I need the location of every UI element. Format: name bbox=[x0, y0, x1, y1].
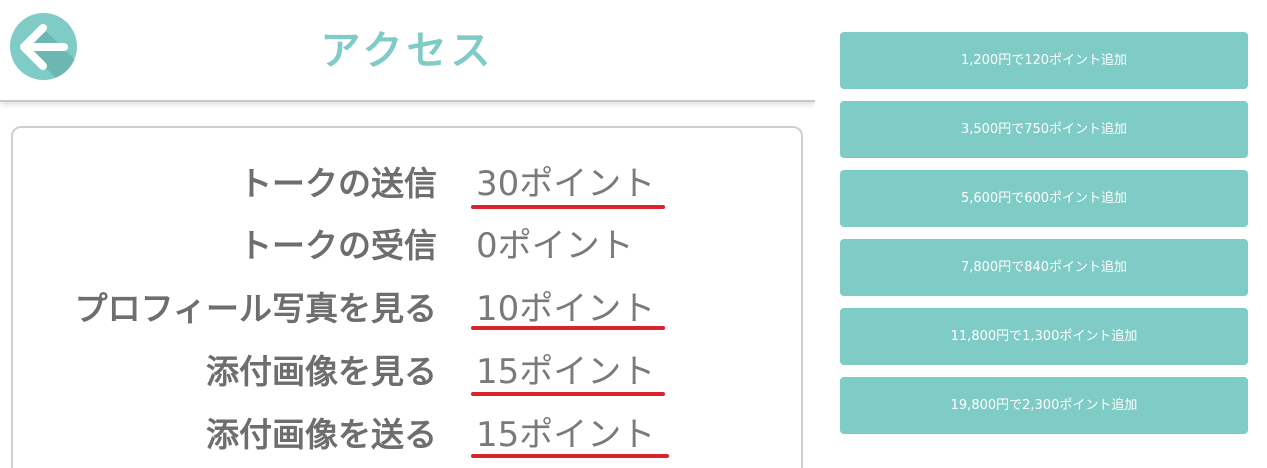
plan-button-750-points[interactable]: 3,500円で750ポイント追加 bbox=[840, 101, 1248, 158]
plan-button-120-points[interactable]: 1,200円で120ポイント追加 bbox=[840, 32, 1248, 89]
plan-button-840-points[interactable]: 7,800円で840ポイント追加 bbox=[840, 239, 1248, 296]
cost-value: 0ポイント bbox=[476, 226, 634, 266]
header-bar: アクセス bbox=[0, 0, 815, 102]
access-panel: アクセス トークの送信 30ポイント トークの受信 0ポイント プロフィール写真… bbox=[0, 0, 815, 468]
cost-row-send-attachment: 添付画像を送る 15ポイント bbox=[13, 407, 805, 463]
highlight-underline bbox=[471, 392, 665, 396]
cost-label: 添付画像を送る bbox=[206, 415, 437, 454]
screen: アクセス トークの送信 30ポイント トークの受信 0ポイント プロフィール写真… bbox=[0, 0, 1267, 468]
cost-label: トークの受信 bbox=[239, 226, 437, 265]
cost-row-view-profile-photo: プロフィール写真を見る 10ポイント bbox=[13, 281, 805, 337]
cost-row-receive-talk: トークの受信 0ポイント bbox=[13, 218, 805, 274]
highlight-underline bbox=[471, 454, 669, 458]
highlight-underline bbox=[471, 326, 665, 330]
plan-button-600-points[interactable]: 5,600円で600ポイント追加 bbox=[840, 170, 1248, 227]
cost-value: 30ポイント bbox=[476, 164, 656, 204]
purchase-panel: 1,200円で120ポイント追加 3,500円で750ポイント追加 5,600円… bbox=[815, 0, 1267, 468]
cost-label: トークの送信 bbox=[239, 164, 437, 203]
cost-card: トークの送信 30ポイント トークの受信 0ポイント プロフィール写真を見る 1… bbox=[11, 126, 803, 468]
plan-button-2300-points[interactable]: 19,800円で2,300ポイント追加 bbox=[840, 377, 1248, 434]
cost-label: プロフィール写真を見る bbox=[74, 289, 437, 328]
highlight-underline bbox=[471, 205, 665, 209]
cost-row-view-attachment: 添付画像を見る 15ポイント bbox=[13, 344, 805, 400]
plan-button-1300-points[interactable]: 11,800円で1,300ポイント追加 bbox=[840, 308, 1248, 365]
page-title: アクセス bbox=[320, 28, 495, 74]
cost-row-send-talk: トークの送信 30ポイント bbox=[13, 156, 805, 212]
cost-label: 添付画像を見る bbox=[206, 352, 437, 391]
